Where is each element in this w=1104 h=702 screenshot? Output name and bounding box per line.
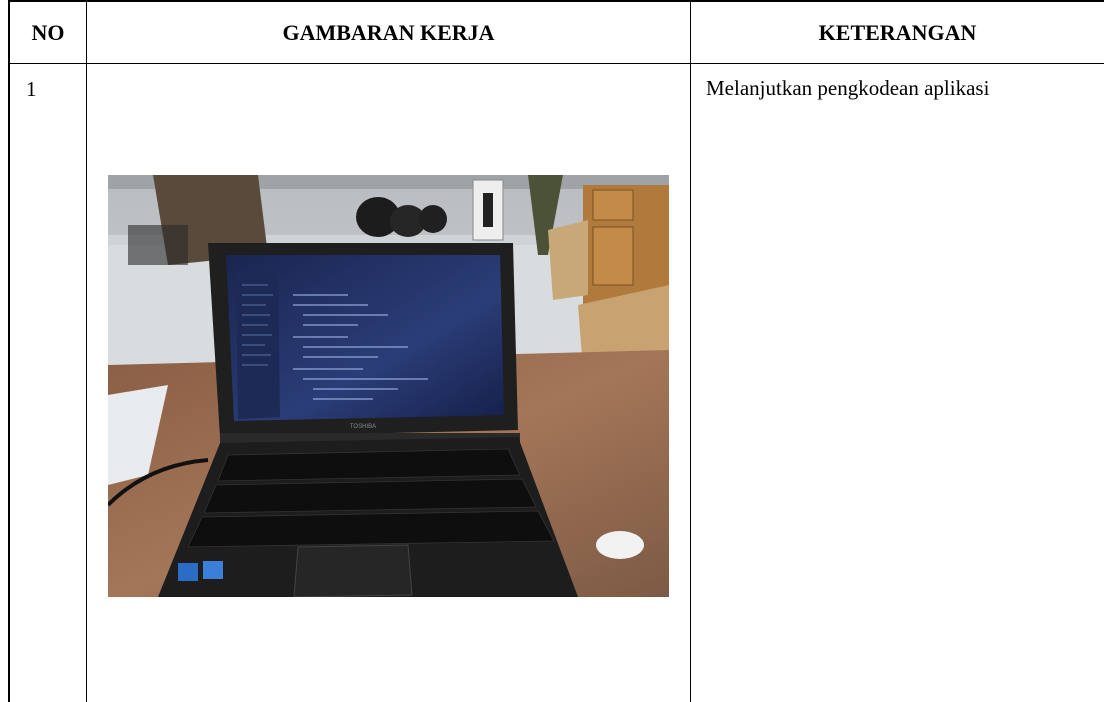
header-keterangan: KETERANGAN	[818, 20, 977, 45]
laptop-brand-text: TOSHIBA	[350, 424, 376, 430]
header-row-divider	[8, 63, 1104, 64]
table-border-top	[8, 0, 1104, 2]
table-border-left	[8, 0, 10, 702]
row-number: 1	[26, 77, 37, 101]
header-gambaran-kerja: GAMBARAN KERJA	[282, 20, 495, 45]
laptop-photo-illustration: TOSHIBA	[108, 175, 669, 597]
table-column-divider-1	[86, 0, 87, 702]
work-photo: TOSHIBA	[108, 175, 669, 597]
row-description: Melanjutkan pengkodean aplikasi	[706, 76, 990, 100]
header-no: NO	[31, 20, 65, 45]
table-column-divider-2	[690, 0, 691, 702]
